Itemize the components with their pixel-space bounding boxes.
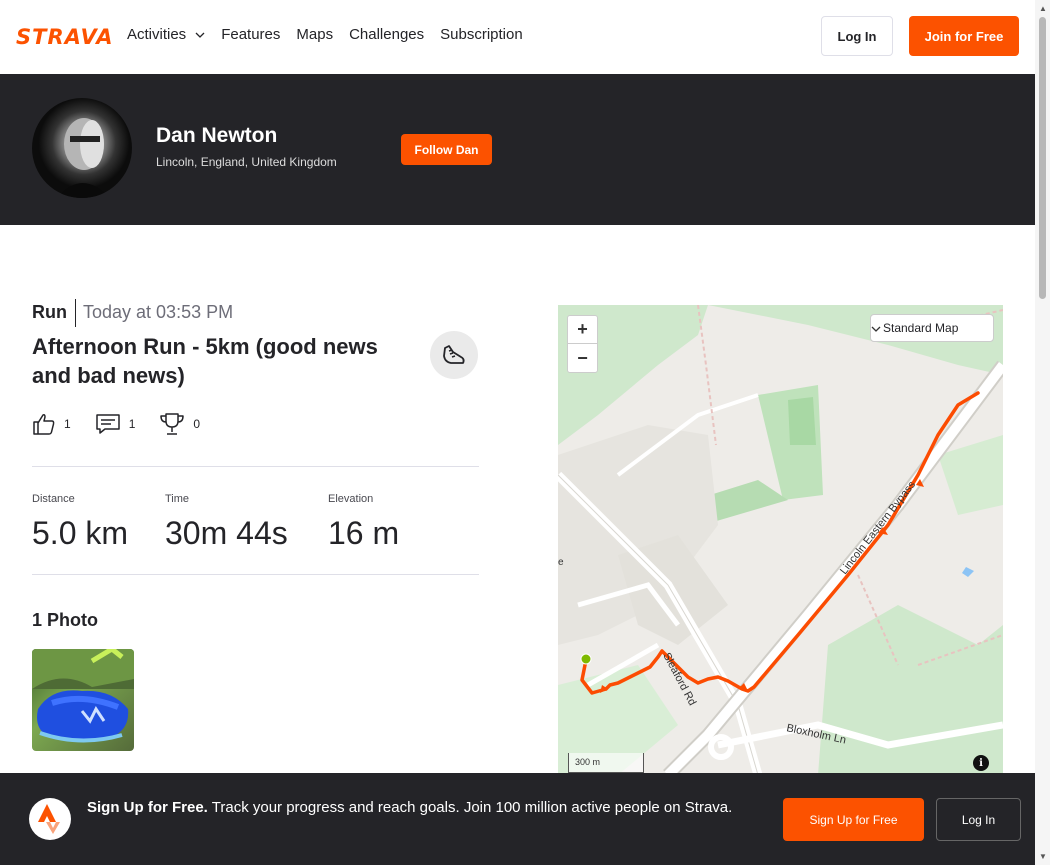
banner-message: Sign Up for Free. Track your progress an… (87, 797, 767, 819)
running-shoe-photo (32, 649, 134, 743)
nav-link-activities[interactable]: Activities (127, 26, 205, 43)
activity-type: Run (32, 302, 67, 322)
achievements-button[interactable]: 0 (159, 412, 200, 436)
stat-distance-value: 5.0 km (32, 515, 129, 551)
athlete-avatar[interactable] (32, 98, 132, 198)
avatar-portrait-image (57, 118, 110, 198)
map-label-bypass: Lincoln Eastern Bypass (838, 478, 919, 576)
top-navigation: STRAVA Activities Features Maps Challeng… (0, 0, 1035, 74)
route-map[interactable]: Lincoln Eastern Bypass Sleaford Rd Bloxh… (558, 305, 1003, 775)
stat-time-label: Time (165, 493, 190, 505)
stat-distance: Distance 5.0 km (32, 493, 128, 552)
map-scale: 300 m (568, 753, 644, 773)
kudos-count: 1 (64, 417, 71, 431)
stat-time: Time 30m 44s (165, 493, 288, 552)
athlete-location: Lincoln, England, United Kingdom (156, 155, 337, 169)
stat-distance-label: Distance (32, 493, 75, 505)
thumbs-up-icon (33, 414, 55, 435)
comments-count: 1 (128, 417, 136, 431)
comments-button[interactable]: 1 (95, 412, 136, 436)
strava-chevron-mark (38, 804, 60, 834)
nav-link-subscription[interactable]: Subscription (440, 26, 523, 43)
banner-signup-button[interactable]: Sign Up for Free (783, 798, 924, 841)
stats-divider-bottom (32, 574, 479, 575)
follow-button[interactable]: Follow Dan (401, 134, 492, 165)
stat-elevation: Elevation 16 m (328, 493, 399, 552)
social-stats: 1 1 0 (32, 412, 224, 436)
shoe-icon (443, 345, 465, 364)
stat-time-value: 30m 44s (165, 515, 288, 551)
trophy-icon (160, 413, 185, 435)
activity-header-divider (75, 299, 76, 327)
map-type-select[interactable]: Standard Map (870, 314, 994, 342)
comment-icon (95, 414, 120, 434)
map-label-edge: e (558, 557, 564, 568)
kudos-button[interactable]: 1 (32, 412, 71, 436)
join-button[interactable]: Join for Free (909, 16, 1019, 56)
nav-links: Activities Features Maps Challenges Subs… (127, 26, 523, 43)
map-canvas[interactable]: Lincoln Eastern Bypass Sleaford Rd Bloxh… (558, 305, 1003, 775)
stat-elevation-label: Elevation (328, 493, 374, 505)
chevron-down-icon (871, 326, 881, 332)
nav-link-activities-label: Activities (127, 26, 187, 43)
map-zoom-controls: + − (567, 315, 598, 373)
athlete-name[interactable]: Dan Newton (156, 124, 277, 148)
stats-divider-top (32, 466, 479, 467)
activity-title: Afternoon Run - 5km (good news and bad n… (32, 334, 378, 388)
zoom-in-button[interactable]: + (568, 316, 597, 344)
login-button[interactable]: Log In (821, 16, 893, 56)
photos-heading: 1 Photo (32, 610, 98, 630)
banner-body: Track your progress and reach goals. Joi… (211, 799, 733, 816)
signup-banner: Sign Up for Free. Track your progress an… (0, 773, 1035, 865)
athlete-header: Dan Newton Lincoln, England, United King… (0, 74, 1035, 225)
page-scrollbar[interactable]: ▲ ▼ (1035, 0, 1050, 865)
nav-link-maps[interactable]: Maps (296, 26, 333, 43)
map-type-value: Standard Map (883, 321, 959, 335)
nav-link-features[interactable]: Features (221, 26, 280, 43)
banner-login-button[interactable]: Log In (936, 798, 1021, 841)
banner-headline: Sign Up for Free. (87, 799, 208, 816)
activity-photo[interactable] (32, 649, 134, 751)
scroll-thumb[interactable] (1039, 17, 1046, 299)
strava-logo[interactable]: STRAVA (16, 25, 114, 49)
nav-link-challenges[interactable]: Challenges (349, 26, 424, 43)
activity-time: Today at 03:53 PM (83, 302, 234, 322)
scroll-down-arrow-icon[interactable]: ▼ (1039, 852, 1047, 861)
strava-logo-icon (29, 798, 71, 840)
scroll-up-arrow-icon[interactable]: ▲ (1039, 4, 1047, 13)
achievements-count: 0 (193, 417, 201, 431)
zoom-out-button[interactable]: − (568, 344, 597, 372)
gear-badge (430, 331, 478, 379)
info-icon[interactable]: i (973, 755, 989, 771)
stat-elevation-value: 16 m (328, 515, 400, 551)
chevron-down-icon (195, 32, 205, 38)
